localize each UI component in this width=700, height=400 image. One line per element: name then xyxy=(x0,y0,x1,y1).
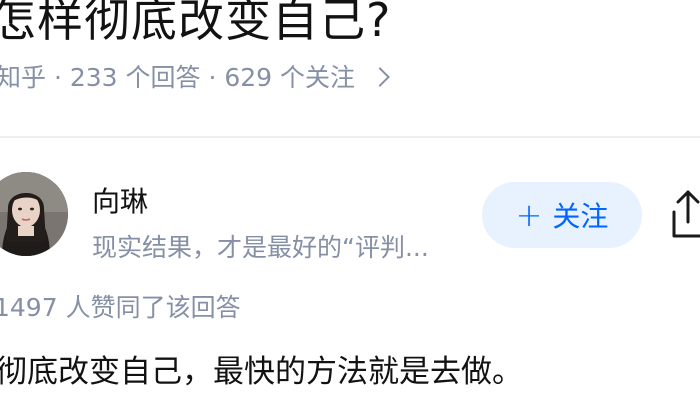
share-icon[interactable] xyxy=(668,186,700,242)
question-meta-text: 知乎 · 233 个回答 · 629 个关注 xyxy=(0,63,356,92)
follow-button[interactable]: + 关注 xyxy=(482,182,642,248)
avatar[interactable] xyxy=(0,172,68,256)
question-answer-page: 怎样彻底改变自己? 知乎 · 233 个回答 · 629 个关注 向琳 现实结果… xyxy=(0,0,700,400)
question-meta[interactable]: 知乎 · 233 个回答 · 629 个关注 xyxy=(0,58,390,94)
answer-excerpt[interactable]: 彻底改变自己，最快的方法就是去做。 xyxy=(0,346,523,391)
author-name[interactable]: 向琳 xyxy=(92,180,148,220)
plus-icon: + xyxy=(515,196,543,234)
avatar-image xyxy=(0,172,68,256)
divider xyxy=(0,136,700,138)
chevron-right-icon xyxy=(370,67,390,87)
question-title[interactable]: 怎样彻底改变自己? xyxy=(0,0,391,50)
follow-label: 关注 xyxy=(552,200,609,233)
likes-count: 1497 人赞同了该回答 xyxy=(0,293,241,322)
author-bio: 现实结果，才是最好的“评判... xyxy=(92,233,429,262)
